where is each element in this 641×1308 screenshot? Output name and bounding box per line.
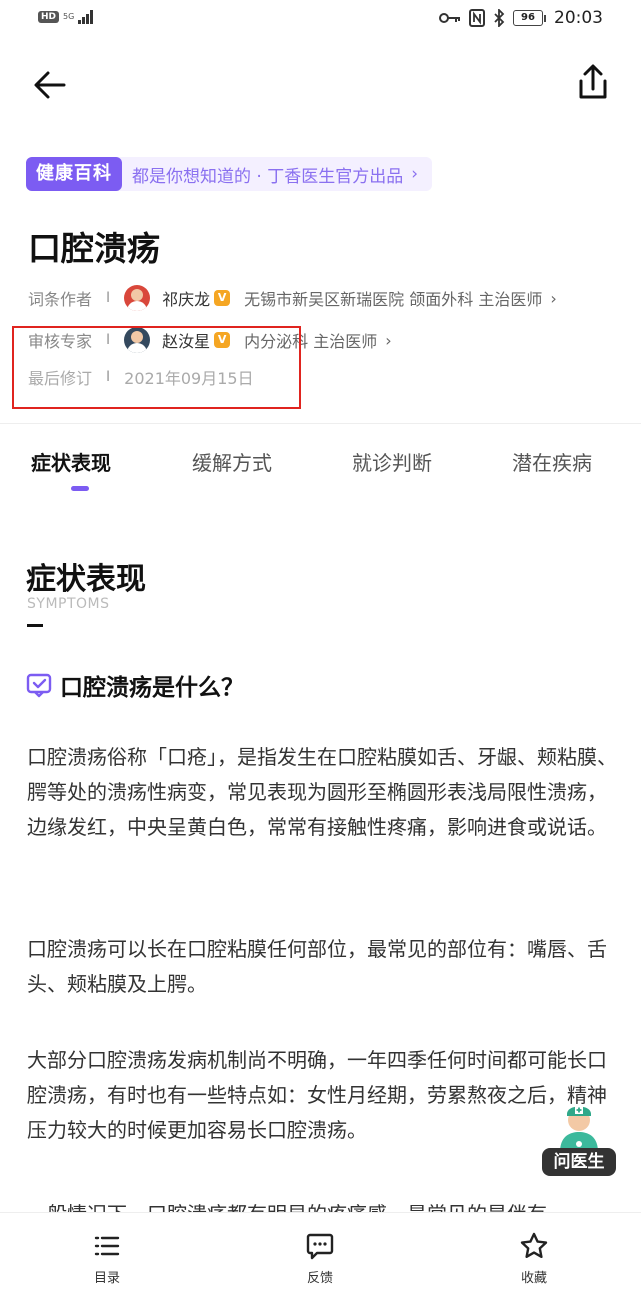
separator: I	[106, 290, 111, 306]
key-icon	[439, 13, 460, 23]
list-icon	[94, 1236, 120, 1256]
tab-relief[interactable]: 缓解方式	[192, 447, 272, 476]
paragraph: 口腔溃疡俗称「口疮」，是指发生在口腔粘膜如舌、牙龈、颊粘膜、腭等处的溃疡性病变，…	[27, 745, 617, 839]
question-heading: 口腔溃疡是什么？	[26, 668, 244, 702]
paragraph: 大部分口腔溃疡发病机制尚不明确，一年四季任何时间都可能长口腔溃疡，有时也有一些特…	[27, 1048, 607, 1142]
banner-text: 都是你想知道的 · 丁香医生官方出品	[132, 166, 404, 187]
feedback-label: 反馈	[306, 1271, 333, 1286]
share-button[interactable]	[573, 63, 613, 103]
feedback-button[interactable]: 反馈	[280, 1231, 360, 1286]
paragraph: 一般情况下，口腔溃疡都有明显的疼痛感，最常见的是伴有	[27, 1197, 617, 1212]
bottom-bar: 目录 反馈 收藏	[0, 1212, 641, 1308]
back-button[interactable]	[30, 65, 70, 105]
tab-indicator	[71, 486, 89, 491]
avatar	[124, 285, 151, 311]
nav-bar	[0, 55, 641, 115]
network-label: 5G	[63, 12, 75, 21]
tab-diseases[interactable]: 潜在疾病	[512, 447, 592, 476]
ask-doctor-button[interactable]: 问医生	[542, 1100, 616, 1178]
star-icon	[520, 1232, 548, 1258]
health-wiki-banner[interactable]: 健康百科 都是你想知道的 · 丁香医生官方出品 ›	[26, 157, 433, 191]
signal-icon	[78, 10, 94, 24]
author-detail: 无锡市新吴区新瑞医院 颌面外科 主治医师	[244, 290, 543, 309]
ask-doctor-label: 问医生	[542, 1148, 616, 1176]
toc-button[interactable]: 目录	[67, 1231, 147, 1286]
check-chat-icon	[26, 673, 52, 698]
section-subtitle: SYMPTOMS	[27, 596, 110, 612]
nfc-icon	[469, 9, 485, 27]
tab-symptoms[interactable]: 症状表现	[31, 447, 111, 476]
favorite-label: 收藏	[520, 1271, 547, 1286]
verified-icon: V	[214, 290, 231, 306]
status-bar: HD 5G 96 20:03	[0, 0, 641, 40]
favorite-button[interactable]: 收藏	[494, 1231, 574, 1286]
page-title: 口腔溃疡	[28, 229, 160, 268]
status-right: 96 20:03	[439, 8, 603, 28]
chat-bubble-icon	[306, 1233, 334, 1260]
hd-badge: HD	[38, 11, 60, 23]
banner-tag: 健康百科	[26, 157, 122, 191]
arrow-left-icon	[34, 71, 66, 99]
author-row[interactable]: 词条作者 I 祁庆龙 V 无锡市新吴区新瑞医院 颌面外科 主治医师 ›	[28, 285, 557, 311]
tab-bar: 症状表现 缓解方式 就诊判断 潜在疾病	[0, 447, 641, 497]
highlight-box	[12, 326, 301, 409]
question-text: 口腔溃疡是什么？	[60, 675, 244, 701]
doctor-icon	[560, 1106, 598, 1152]
share-icon	[579, 64, 607, 99]
author-name: 祁庆龙	[162, 290, 211, 309]
author-label: 词条作者	[28, 290, 93, 309]
chevron-right-icon: ›	[411, 164, 419, 184]
divider	[0, 423, 641, 424]
battery-icon: 96	[513, 10, 546, 26]
section-title: 症状表现	[26, 562, 146, 597]
bluetooth-icon	[494, 9, 505, 27]
clock: 20:03	[554, 8, 603, 28]
paragraph: 口腔溃疡可以长在口腔粘膜任何部位，最常见的部位有：嘴唇、舌头、颊粘膜及上腭。	[27, 937, 607, 996]
toc-label: 目录	[93, 1271, 120, 1286]
chevron-right-icon: ›	[385, 330, 392, 350]
chevron-right-icon: ›	[550, 288, 557, 308]
tab-diagnosis[interactable]: 就诊判断	[352, 447, 432, 476]
section-dash	[27, 624, 43, 627]
status-left: HD 5G	[38, 10, 94, 24]
